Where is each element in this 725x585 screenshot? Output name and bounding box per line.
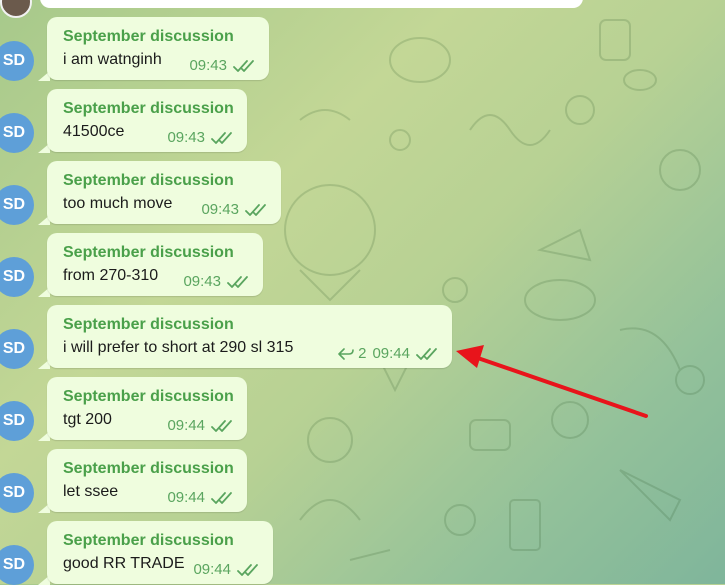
- double-check-icon: [245, 203, 266, 216]
- avatar-partial: [0, 0, 32, 18]
- avatar-initials: SD: [2, 124, 26, 141]
- reply-count: 2: [358, 345, 367, 362]
- avatar[interactable]: SD: [0, 473, 34, 513]
- message-text: too much move: [63, 195, 173, 212]
- message-meta: 09:43: [167, 129, 235, 146]
- double-check-icon: [211, 419, 232, 432]
- message-text: from 270-310: [63, 267, 159, 284]
- message-time: 09:43: [167, 129, 205, 146]
- avatar-initials: SD: [2, 412, 26, 429]
- double-check-icon: [211, 491, 232, 504]
- sender-name[interactable]: September discussion: [63, 244, 234, 262]
- avatar[interactable]: SD: [0, 545, 34, 585]
- message-meta: 09:44: [167, 417, 235, 434]
- message-meta: 09:43: [201, 201, 269, 218]
- message-bubble[interactable]: September discussion 41500ce 09:43: [47, 89, 247, 152]
- message-meta: 09:44: [193, 561, 261, 578]
- replies-counter[interactable]: 2: [338, 345, 366, 362]
- sender-name[interactable]: September discussion: [63, 388, 234, 406]
- message-text: 41500ce: [63, 123, 125, 140]
- sender-name[interactable]: September discussion: [63, 460, 234, 478]
- avatar[interactable]: SD: [0, 113, 34, 153]
- message-time: 09:44: [193, 561, 231, 578]
- avatar[interactable]: SD: [0, 401, 34, 441]
- message-text: good RR TRADE: [63, 555, 185, 572]
- avatar-initials: SD: [2, 340, 26, 357]
- avatar[interactable]: SD: [0, 257, 34, 297]
- avatar-initials: SD: [2, 484, 26, 501]
- message-text: i am watnginh: [63, 51, 162, 68]
- sender-name[interactable]: September discussion: [63, 316, 234, 334]
- message-bubble[interactable]: September discussion i am watnginh 09:43: [47, 17, 269, 80]
- double-check-icon: [211, 131, 232, 144]
- message-time: 09:44: [167, 489, 205, 506]
- avatar-initials: SD: [2, 268, 26, 285]
- message-time: 09:44: [167, 417, 205, 434]
- reply-arrow-icon: [338, 347, 354, 360]
- message-time: 09:43: [201, 201, 239, 218]
- message-bubble-partial: [40, 0, 583, 8]
- message-bubble[interactable]: September discussion let ssee 09:44: [47, 449, 247, 512]
- avatar-initials: SD: [2, 196, 26, 213]
- double-check-icon: [227, 275, 248, 288]
- avatar-initials: SD: [2, 556, 26, 573]
- avatar[interactable]: SD: [0, 185, 34, 225]
- sender-name[interactable]: September discussion: [63, 100, 234, 118]
- double-check-icon: [233, 59, 254, 72]
- avatar[interactable]: SD: [0, 41, 34, 81]
- avatar[interactable]: SD: [0, 329, 34, 369]
- message-meta: 2 09:44: [338, 345, 440, 362]
- message-meta: 09:43: [189, 57, 257, 74]
- message-bubble[interactable]: September discussion i will prefer to sh…: [47, 305, 452, 368]
- message-bubble[interactable]: September discussion from 270-310 09:43: [47, 233, 263, 296]
- message-bubble[interactable]: September discussion too much move 09:43: [47, 161, 281, 224]
- message-text: let ssee: [63, 483, 119, 500]
- sender-name[interactable]: September discussion: [63, 172, 234, 190]
- double-check-icon: [416, 347, 437, 360]
- message-meta: 09:43: [183, 273, 251, 290]
- message-bubble[interactable]: September discussion tgt 200 09:44: [47, 377, 247, 440]
- message-time: 09:43: [189, 57, 227, 74]
- sender-name[interactable]: September discussion: [63, 532, 234, 550]
- avatar-initials: SD: [2, 52, 26, 69]
- message-time: 09:44: [372, 345, 410, 362]
- message-text: tgt 200: [63, 411, 112, 428]
- message-meta: 09:44: [167, 489, 235, 506]
- sender-name[interactable]: September discussion: [63, 28, 234, 46]
- message-time: 09:43: [183, 273, 221, 290]
- message-text: i will prefer to short at 290 sl 315: [63, 339, 294, 356]
- message-bubble[interactable]: September discussion good RR TRADE 09:44: [47, 521, 273, 584]
- double-check-icon: [237, 563, 258, 576]
